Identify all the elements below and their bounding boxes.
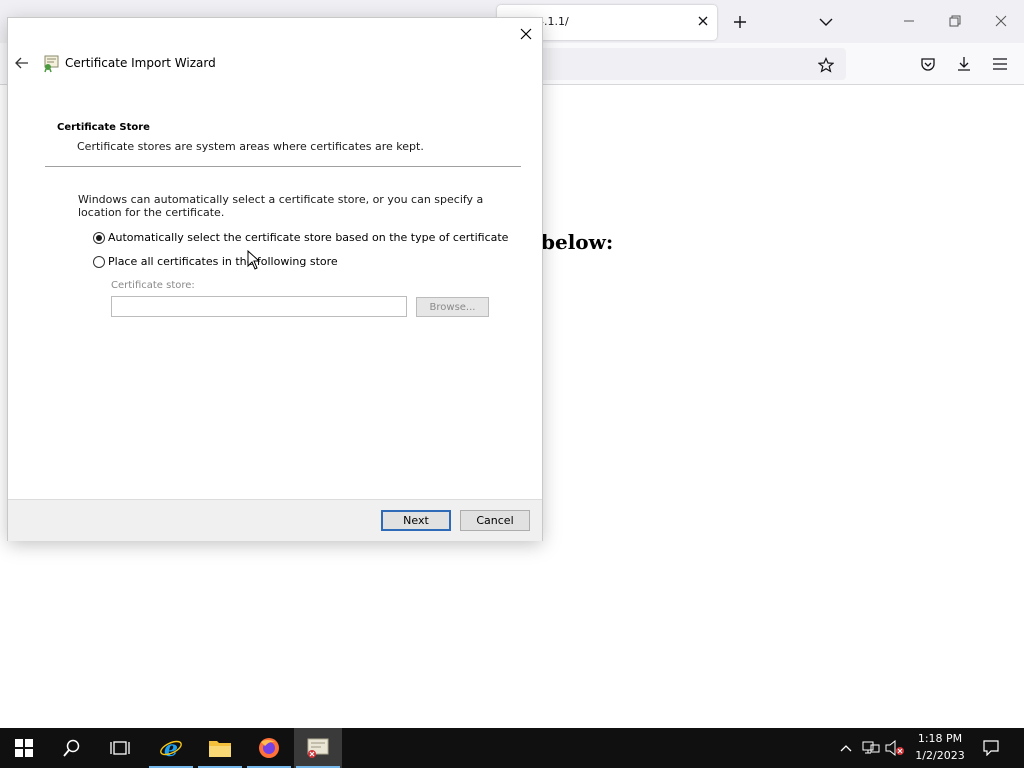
clock-time[interactable]: 1:18 PM [905, 732, 975, 745]
url-bar[interactable] [520, 48, 846, 80]
certificate-store-input [111, 296, 407, 317]
close-icon[interactable] [516, 24, 536, 44]
auto-select-store-label[interactable]: Automatically select the certificate sto… [108, 231, 508, 244]
start-button[interactable] [0, 728, 48, 768]
firefox-icon [259, 738, 279, 758]
separator [45, 166, 521, 167]
clock-date[interactable]: 1/2/2023 [905, 749, 975, 762]
task-view-icon [110, 741, 130, 755]
action-center-button[interactable] [978, 728, 1004, 768]
window-close-icon[interactable] [988, 9, 1014, 33]
certificate-wizard-icon [307, 738, 329, 758]
cancel-button[interactable]: Cancel [460, 510, 530, 531]
certificate-store-label: Certificate store: [111, 280, 195, 291]
radio-selected-dot [96, 235, 102, 241]
show-hidden-icons-button[interactable] [836, 728, 856, 768]
volume-tray-icon[interactable] [884, 728, 906, 768]
wizard-footer: Next Cancel [8, 499, 542, 541]
downloads-icon[interactable] [954, 54, 974, 74]
certificate-wizard-taskbar-button[interactable] [294, 728, 342, 768]
taskbar: e 1:18 PM 1/2/2023 [0, 728, 1024, 768]
section-description: Certificate stores are system areas wher… [77, 140, 424, 153]
close-icon[interactable] [694, 12, 712, 30]
auto-select-store-radio[interactable] [93, 232, 105, 244]
search-icon [63, 739, 80, 757]
back-arrow-icon[interactable] [12, 53, 32, 73]
mouse-cursor-icon [247, 250, 261, 270]
certificate-import-wizard-dialog: Certificate Import Wizard Certificate St… [8, 18, 542, 541]
browse-button: Browse... [416, 297, 489, 317]
certificate-icon [42, 53, 62, 73]
firefox-taskbar-button[interactable] [245, 728, 293, 768]
network-icon [862, 741, 880, 754]
intro-text: Windows can automatically select a certi… [78, 193, 484, 219]
chevron-up-icon [840, 745, 852, 752]
wizard-title: Certificate Import Wizard [65, 56, 216, 70]
network-tray-icon[interactable] [860, 728, 882, 768]
restore-icon[interactable] [942, 9, 968, 33]
pocket-icon[interactable] [918, 54, 938, 74]
bookmark-star-icon[interactable] [816, 55, 836, 75]
search-button[interactable] [48, 728, 96, 768]
page-heading: below: [541, 230, 614, 254]
notification-icon [983, 740, 999, 756]
internet-explorer-taskbar-button[interactable]: e [147, 728, 195, 768]
chevron-down-icon[interactable] [814, 10, 838, 34]
file-explorer-taskbar-button[interactable] [196, 728, 244, 768]
file-explorer-icon [209, 741, 231, 757]
minimize-icon[interactable] [896, 9, 922, 33]
task-view-button[interactable] [96, 728, 144, 768]
place-all-in-store-label[interactable]: Place all certificates in the following … [108, 255, 338, 268]
svg-text:e: e [164, 736, 178, 760]
speaker-muted-icon [885, 740, 904, 756]
section-title: Certificate Store [57, 122, 150, 133]
new-tab-icon[interactable] [728, 10, 752, 34]
place-all-in-store-radio[interactable] [93, 256, 105, 268]
next-button[interactable]: Next [381, 510, 451, 531]
internet-explorer-icon: e [160, 736, 182, 760]
windows-logo-icon [15, 739, 33, 757]
hamburger-menu-icon[interactable] [990, 54, 1010, 74]
